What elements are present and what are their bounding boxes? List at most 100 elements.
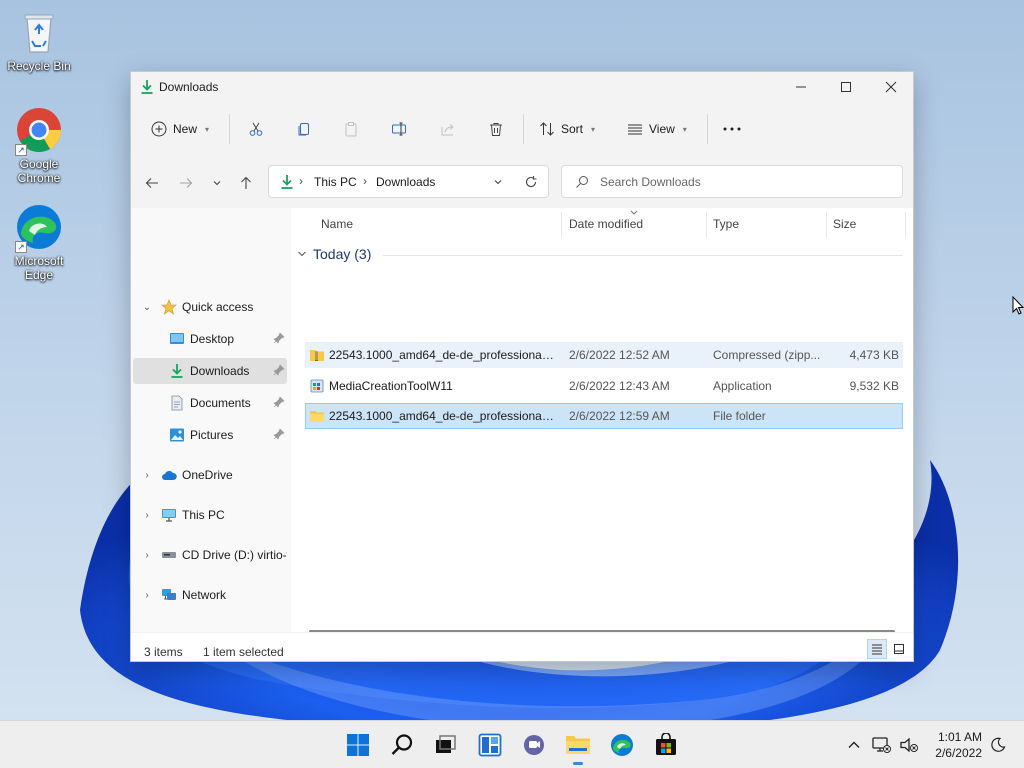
nav-item-desktop[interactable]: Desktop xyxy=(133,326,287,352)
nav-label: Network xyxy=(182,588,227,602)
details-view-button[interactable] xyxy=(867,639,887,659)
back-button[interactable] xyxy=(139,170,165,196)
status-bar: 3 items 1 item selected xyxy=(131,632,913,661)
column-header-type[interactable]: Type xyxy=(713,217,739,231)
network-status-button[interactable] xyxy=(866,729,896,761)
search-input[interactable] xyxy=(600,173,890,191)
folder-icon xyxy=(310,411,324,422)
group-label: Today (3) xyxy=(313,246,372,262)
chevron-right-icon[interactable]: › xyxy=(141,590,153,601)
breadcrumb-separator: › xyxy=(363,174,367,188)
rename-button[interactable] xyxy=(391,115,407,143)
file-row-folder[interactable]: 22543.1000_amd64_de-de_professional_b...… xyxy=(305,403,903,429)
status-selection-count: 1 item selected xyxy=(203,645,284,659)
chevron-down-icon[interactable]: ⌄ xyxy=(141,302,153,313)
file-list: Name Date modified Type Size Today (3) 2… xyxy=(291,208,913,633)
nav-quick-access[interactable]: ⌄ Quick access xyxy=(133,294,287,320)
breadcrumb-this-pc[interactable]: This PC xyxy=(314,175,357,189)
search-taskbar-button[interactable] xyxy=(386,729,418,761)
edge-taskbar-button[interactable] xyxy=(606,729,638,761)
desktop-icon-recycle-bin[interactable]: Recycle Bin xyxy=(1,8,77,73)
column-header-date-modified[interactable]: Date modified xyxy=(569,217,643,231)
pin-icon xyxy=(273,332,285,344)
zip-folder-icon xyxy=(310,350,324,361)
chevron-down-icon xyxy=(213,181,221,186)
file-name: MediaCreationToolW11 xyxy=(329,379,453,393)
address-bar[interactable]: › This PC › Downloads xyxy=(268,165,549,198)
sort-button[interactable]: Sort ▾ xyxy=(539,115,595,143)
search-icon xyxy=(391,734,413,755)
share-button[interactable] xyxy=(440,115,456,143)
column-separator[interactable] xyxy=(561,212,562,238)
chat-icon xyxy=(524,735,544,755)
paste-button[interactable] xyxy=(343,115,359,143)
column-separator[interactable] xyxy=(826,212,827,238)
focus-assist-button[interactable] xyxy=(984,729,1012,761)
nav-cd-drive[interactable]: › CD Drive (D:) virtio-win xyxy=(133,542,287,568)
maximize-button[interactable] xyxy=(823,72,869,102)
paste-icon xyxy=(345,122,357,137)
task-view-button[interactable] xyxy=(429,729,461,761)
refresh-icon[interactable] xyxy=(524,175,538,189)
nav-item-downloads[interactable]: Downloads xyxy=(133,358,287,384)
column-separator[interactable] xyxy=(905,212,906,238)
chevron-right-icon[interactable]: › xyxy=(141,510,153,521)
pictures-icon xyxy=(170,428,184,442)
minimize-button[interactable] xyxy=(778,72,824,102)
nav-item-pictures[interactable]: Pictures xyxy=(133,422,287,448)
start-button[interactable] xyxy=(342,729,374,761)
file-row-zip[interactable]: 22543.1000_amd64_de-de_professional_b...… xyxy=(305,342,903,368)
group-header-today[interactable]: Today (3) xyxy=(297,246,371,262)
clock[interactable]: 1:01 AM 2/6/2022 xyxy=(916,729,982,761)
nav-onedrive[interactable]: › OneDrive xyxy=(133,462,287,488)
nav-label: This PC xyxy=(182,508,225,522)
forward-button[interactable] xyxy=(173,170,199,196)
downloads-icon xyxy=(141,80,153,94)
more-options-button[interactable] xyxy=(722,115,742,143)
nav-label: Pictures xyxy=(190,428,234,442)
task-view-icon xyxy=(436,735,456,753)
title-bar[interactable]: Downloads xyxy=(131,72,913,102)
cut-button[interactable] xyxy=(248,115,264,143)
recycle-bin-icon xyxy=(24,14,54,53)
desktop-icon-google-chrome[interactable]: ↗ Google Chrome xyxy=(1,106,77,185)
chevron-right-icon[interactable]: › xyxy=(141,550,153,561)
copy-button[interactable] xyxy=(296,115,312,143)
up-button[interactable] xyxy=(233,170,259,196)
column-header-name[interactable]: Name xyxy=(321,217,353,231)
widgets-button[interactable] xyxy=(474,729,506,761)
teams-chat-button[interactable] xyxy=(518,729,550,761)
rename-icon xyxy=(392,122,406,136)
chevron-down-icon[interactable] xyxy=(493,177,503,187)
file-row-app[interactable]: MediaCreationToolW11 2/6/2022 12:43 AM A… xyxy=(305,373,903,399)
maximize-icon xyxy=(841,82,851,92)
desktop-icon-microsoft-edge[interactable]: ↗ Microsoft Edge xyxy=(1,203,77,282)
search-box[interactable] xyxy=(561,165,903,198)
breadcrumb-downloads[interactable]: Downloads xyxy=(376,175,435,189)
nav-label: OneDrive xyxy=(182,468,233,482)
column-separator[interactable] xyxy=(706,212,707,238)
file-type: Application xyxy=(713,379,772,393)
nav-item-documents[interactable]: Documents xyxy=(133,390,287,416)
desktop-icon-label: Google Chrome xyxy=(17,157,61,185)
shortcut-arrow-icon: ↗ xyxy=(15,241,27,253)
nav-this-pc[interactable]: › This PC xyxy=(133,502,287,528)
delete-button[interactable] xyxy=(488,115,504,143)
file-explorer-taskbar-button[interactable] xyxy=(562,729,594,765)
arrow-up-icon xyxy=(241,176,251,189)
large-icons-view-button[interactable] xyxy=(889,639,909,659)
close-icon xyxy=(885,81,897,93)
file-size: 9,532 KB xyxy=(849,379,899,393)
recent-locations-button[interactable] xyxy=(204,170,230,196)
view-button[interactable]: View ▾ xyxy=(627,115,687,143)
file-date: 2/6/2022 12:43 AM xyxy=(569,379,670,393)
desktop-icon-label: Recycle Bin xyxy=(7,59,71,73)
nav-network[interactable]: › Network xyxy=(133,582,287,608)
store-taskbar-button[interactable] xyxy=(650,729,682,761)
column-header-size[interactable]: Size xyxy=(833,217,856,231)
close-button[interactable] xyxy=(868,72,914,102)
new-button[interactable]: New ▾ xyxy=(151,115,209,143)
chevron-right-icon[interactable]: › xyxy=(141,470,153,481)
file-explorer-window: Downloads New ▾ Sort ▾ View ▾ › This PC … xyxy=(130,71,914,662)
desktop-folder-icon xyxy=(170,333,184,344)
